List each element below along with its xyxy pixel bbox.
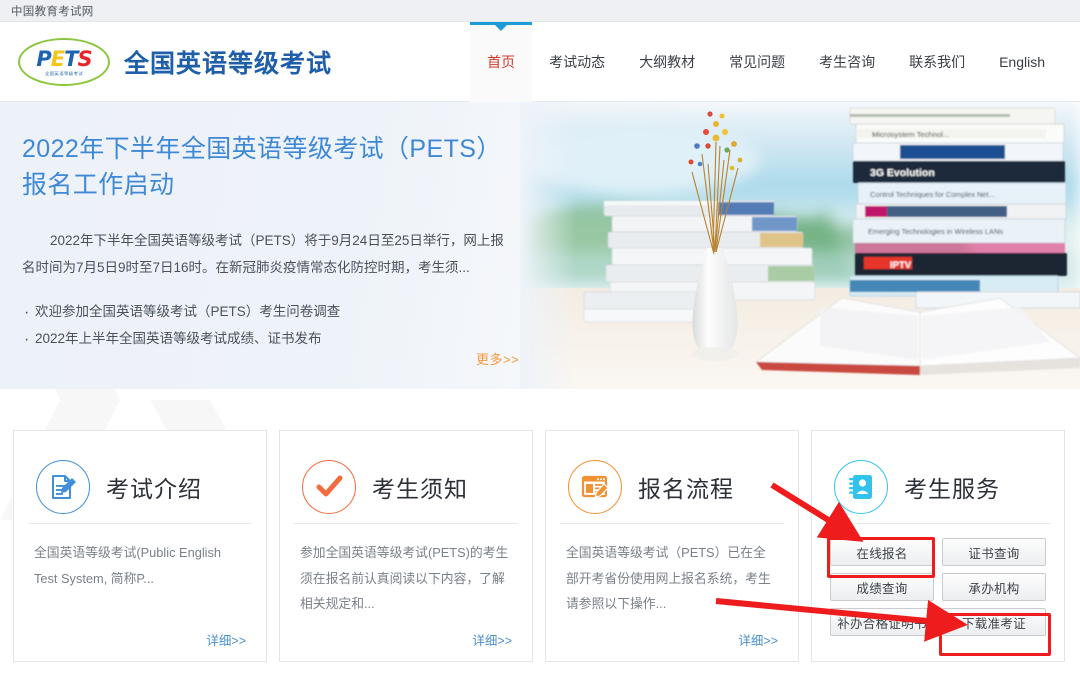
svg-text:3G Evolution: 3G Evolution: [870, 167, 935, 179]
card-detail-link[interactable]: 详细>>: [206, 630, 246, 649]
nav-item-faq-label: 常见问题: [729, 54, 786, 70]
site-header: PETS 全国英语等级考试 全国英语等级考试 首页 考试动态 大纲教材 常见问题: [0, 22, 1080, 102]
service-button-download-admission-ticket[interactable]: 下载准考证: [942, 608, 1046, 636]
brand-block[interactable]: PETS 全国英语等级考试 全国英语等级考试: [18, 38, 332, 86]
nav-item-contact-us[interactable]: 联系我们: [892, 22, 982, 102]
banner-link-list: 欢迎参加全国英语等级考试（PETS）考生问卷调查 2022年上半年全国英语等级考…: [22, 297, 522, 356]
service-button-reissue-certificate[interactable]: 补办合格证明书: [830, 608, 934, 636]
card-body-text: 全国英语等级考试(Public English Test System, 简称P…: [34, 545, 222, 586]
card-header: 考试介绍: [14, 431, 266, 523]
page-root: 中国教育考试网 PETS 全国英语等级考试 全国英语等级考试 首页 考试动态 大: [0, 0, 1080, 678]
hero-banner: Microsystem Technol... 3G Evolution Cont…: [0, 102, 1080, 389]
card-header: 考生服务: [812, 431, 1064, 523]
pets-logo-icon[interactable]: PETS 全国英语等级考试: [18, 38, 110, 86]
svg-text:Emerging Technologies in Wirel: Emerging Technologies in Wireless LANs: [868, 227, 1003, 236]
nav-item-english[interactable]: English: [982, 22, 1062, 102]
top-utility-bar: 中国教育考试网: [0, 0, 1080, 22]
card-title: 考生服务: [904, 476, 1000, 502]
card-header: 考生须知: [280, 431, 532, 523]
logo-subtext: 全国英语等级考试: [44, 71, 84, 76]
card-detail-link[interactable]: 详细>>: [472, 630, 512, 649]
nav-item-syllabus-materials-label: 大纲教材: [639, 54, 696, 70]
service-button-score-query[interactable]: 成绩查询: [830, 573, 934, 601]
card-body-text: 全国英语等级考试（PETS）已在全部开考省份使用网上报名系统，考生请参照以下操作…: [566, 545, 771, 612]
banner-link-item[interactable]: 2022年上半年全国英语等级考试成绩、证书发布: [22, 324, 522, 356]
nav-item-contact-us-label: 联系我们: [909, 54, 966, 70]
banner-text-block: 2022年下半年全国英语等级考试（PETS）报名工作启动 2022年下半年全国英…: [22, 132, 522, 356]
card-title: 考试介绍: [106, 476, 202, 502]
card-exam-intro[interactable]: 考试介绍 全国英语等级考试(Public English Test System…: [13, 430, 267, 662]
logo-letter-p: P: [36, 47, 51, 71]
document-pen-icon: [36, 460, 90, 514]
card-header: 报名流程: [546, 431, 798, 523]
site-name-label[interactable]: 中国教育考试网: [11, 3, 94, 19]
svg-text:Microsystem Technol...: Microsystem Technol...: [872, 130, 949, 139]
nav-item-home-label: 首页: [487, 54, 516, 70]
nav-item-exam-news[interactable]: 考试动态: [532, 22, 622, 102]
banner-description: 2022年下半年全国英语等级考试（PETS）将于9月24日至25日举行，网上报名…: [22, 233, 504, 275]
card-registration-process[interactable]: 报名流程 全国英语等级考试（PETS）已在全部开考省份使用网上报名系统，考生请参…: [545, 430, 799, 662]
nav-item-home[interactable]: 首页: [470, 22, 533, 102]
nav-active-caret-icon: [495, 25, 508, 31]
banner-photo: Microsystem Technol... 3G Evolution Cont…: [520, 102, 1080, 389]
svg-text:Control Techniques for Complex: Control Techniques for Complex Net...: [870, 190, 995, 199]
nav-item-faq[interactable]: 常见问题: [712, 22, 802, 102]
feature-cards: 考试介绍 全国英语等级考试(Public English Test System…: [13, 430, 1069, 662]
card-title: 报名流程: [638, 476, 734, 502]
logo-letter-e: E: [50, 47, 65, 71]
nav-item-exam-news-label: 考试动态: [549, 54, 606, 70]
logo-letter-t: T: [64, 47, 78, 71]
card-candidate-notice[interactable]: 考生须知 参加全国英语等级考试(PETS)的考生须在报名前认真阅读以下内容，了解…: [279, 430, 533, 662]
card-detail-link[interactable]: 详细>>: [738, 630, 778, 649]
banner-more-link[interactable]: 更多>>: [476, 349, 519, 368]
service-button-host-institution[interactable]: 承办机构: [942, 573, 1046, 601]
service-button-grid: 在线报名 证书查询 成绩查询 承办机构 补办合格证明书 下载准考证: [812, 524, 1064, 636]
brand-title: 全国英语等级考试: [124, 50, 333, 78]
banner-title[interactable]: 2022年下半年全国英语等级考试（PETS）报名工作启动: [22, 132, 522, 203]
service-button-certificate-query[interactable]: 证书查询: [942, 538, 1046, 566]
service-button-online-registration[interactable]: 在线报名: [830, 538, 934, 566]
svg-text:IPTV: IPTV: [890, 260, 912, 271]
nav-item-candidate-consult-label: 考生咨询: [819, 54, 876, 70]
nav-item-english-label: English: [999, 54, 1045, 70]
card-title: 考生须知: [372, 476, 468, 502]
contact-book-icon: [834, 460, 888, 514]
nav-item-syllabus-materials[interactable]: 大纲教材: [622, 22, 712, 102]
card-body-text: 参加全国英语等级考试(PETS)的考生须在报名前认真阅读以下内容，了解相关规定和…: [300, 545, 509, 612]
logo-letter-s: S: [77, 47, 92, 71]
check-mark-icon: [302, 460, 356, 514]
banner-link-item[interactable]: 欢迎参加全国英语等级考试（PETS）考生问卷调查: [22, 297, 522, 329]
main-navigation: 首页 考试动态 大纲教材 常见问题 考生咨询 联系我们 English: [470, 22, 1062, 102]
pets-logo-letters: PETS: [36, 47, 92, 71]
card-candidate-service[interactable]: 考生服务 在线报名 证书查询 成绩查询 承办机构 补办合格证明书 下载准考证: [811, 430, 1065, 662]
form-pen-icon: [568, 460, 622, 514]
nav-item-candidate-consult[interactable]: 考生咨询: [802, 22, 892, 102]
